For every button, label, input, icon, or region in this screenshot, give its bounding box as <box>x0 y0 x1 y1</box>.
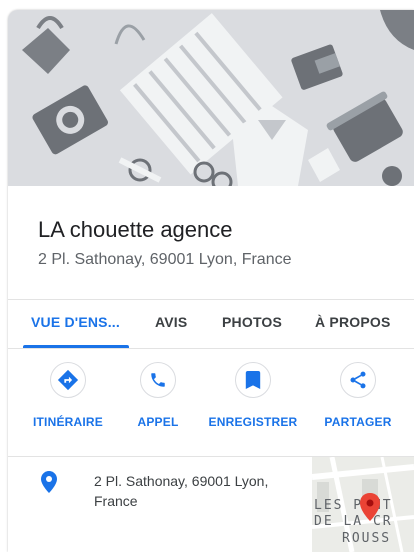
tab-overview[interactable]: VUE D'ENS... <box>31 314 120 330</box>
tab-about[interactable]: À PROPOS <box>315 314 391 330</box>
mini-map[interactable]: LES PENT DE LA CR ROUSS <box>312 457 414 552</box>
location-pin-icon <box>41 471 57 498</box>
phone-icon <box>140 362 176 398</box>
save-label: ENREGISTRER <box>208 415 298 429</box>
map-label-line2: DE LA CR <box>314 514 393 529</box>
share-icon <box>340 362 376 398</box>
share-button[interactable]: PARTAGER <box>308 362 408 429</box>
directions-icon <box>50 362 86 398</box>
directions-button[interactable]: ITINÉRAIRE <box>18 362 118 429</box>
place-subtitle-address: 2 Pl. Sathonay, 69001 Lyon, France <box>38 251 292 268</box>
place-card: LA chouette agence 2 Pl. Sathonay, 69001… <box>8 10 414 552</box>
directions-label: ITINÉRAIRE <box>32 415 103 429</box>
tab-bar: VUE D'ENS... AVIS PHOTOS À PROPOS <box>8 299 414 349</box>
save-button[interactable]: ENREGISTRER <box>203 362 303 429</box>
map-label-line3: ROUSS <box>342 531 391 546</box>
place-title: LA chouette agence <box>38 217 233 242</box>
address-text: 2 Pl. Sathonay, 69001 Lyon, France <box>94 473 269 509</box>
call-label: APPEL <box>137 415 179 429</box>
map-label-line1: LES PENT <box>314 498 393 513</box>
tab-reviews[interactable]: AVIS <box>155 314 187 330</box>
call-button[interactable]: APPEL <box>108 362 208 429</box>
mini-map-graphic: LES PENT DE LA CR ROUSS <box>312 457 414 552</box>
hero-illustration[interactable] <box>8 10 414 186</box>
action-buttons-row: ITINÉRAIRE APPEL ENREGISTRER PARTAGER <box>8 348 414 457</box>
address-row[interactable]: 2 Pl. Sathonay, 69001 Lyon, France LES P… <box>8 457 414 552</box>
place-header: LA chouette agence 2 Pl. Sathonay, 69001… <box>8 186 414 300</box>
tab-photos[interactable]: PHOTOS <box>222 314 282 330</box>
hero-illustration-graphic <box>8 10 414 186</box>
bookmark-icon <box>235 362 271 398</box>
share-label: PARTAGER <box>324 415 392 429</box>
